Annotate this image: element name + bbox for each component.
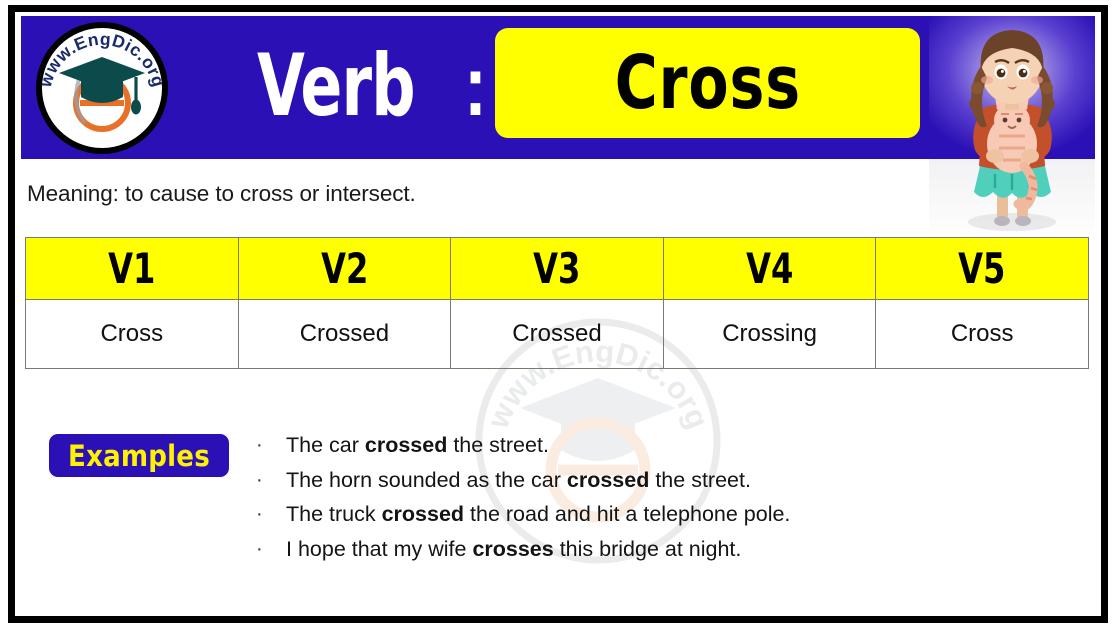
verb-word-chip: Cross xyxy=(495,28,920,138)
verb-forms-table: V1 V2 V3 V4 V5 Cross Crossed Crossed Cro… xyxy=(25,237,1089,369)
part-of-speech-label: Verb xyxy=(257,36,416,136)
cell-v2: Crossed xyxy=(237,299,452,369)
example-text-after: the street. xyxy=(447,433,549,457)
bullet-icon: · xyxy=(256,537,263,560)
girl-holding-cat-illustration xyxy=(929,16,1095,243)
column-header-v3: V3 xyxy=(450,237,664,300)
header-band: www.EngDic.org Verb : Cross xyxy=(21,16,1095,243)
example-text-before: The truck xyxy=(286,502,382,526)
example-text-before: The car xyxy=(286,433,365,457)
meaning-text: Meaning: to cause to cross or intersect. xyxy=(27,181,416,206)
example-text-before: The horn sounded as the car xyxy=(286,467,567,492)
title-separator: : xyxy=(464,38,487,134)
column-header-v4: V4 xyxy=(662,237,877,300)
example-highlight-word: crosses xyxy=(472,536,554,561)
example-item: · I hope that my wife crosses this bridge… xyxy=(253,532,1083,567)
cell-v4: Crossing xyxy=(662,299,877,369)
example-text-after: the road and hit a telephone pole. xyxy=(464,502,791,526)
table-header-row: V1 V2 V3 V4 V5 xyxy=(25,237,1089,300)
bullet-icon: · xyxy=(256,503,263,525)
example-highlight-word: crossed xyxy=(381,502,465,526)
bullet-icon: · xyxy=(256,434,263,456)
cell-v1: Cross xyxy=(25,299,239,369)
example-text-after: the street. xyxy=(649,467,751,492)
examples-list: · The car crossed the street. · The horn so… xyxy=(253,428,1083,566)
column-header-v2: V2 xyxy=(237,237,452,300)
example-text-after: this bridge at night. xyxy=(553,536,742,561)
bullet-icon: · xyxy=(256,468,263,491)
example-item: · The car crossed the street. xyxy=(253,428,1083,463)
column-header-v5: V5 xyxy=(875,237,1089,300)
verb-forms-infographic: www.EngDic.org Verb : Cross Meaning: to … xyxy=(0,0,1116,628)
example-highlight-word: crossed xyxy=(566,467,650,492)
cell-v3: Crossed xyxy=(450,299,664,369)
example-text-before: I hope that my wife xyxy=(286,536,473,561)
engdic-logo-icon: www.EngDic.org xyxy=(33,19,171,157)
example-item: · The horn sounded as the car crossed the… xyxy=(253,463,1083,498)
table-row: Cross Crossed Crossed Crossing Cross xyxy=(25,299,1089,369)
examples-badge: Examples xyxy=(49,434,229,477)
card-content: www.EngDic.org Verb : Cross Meaning: to … xyxy=(21,16,1095,612)
column-header-v1: V1 xyxy=(25,237,239,300)
verb-word-text: Cross xyxy=(614,40,801,126)
example-item: · The truck crossed the road and hit a te… xyxy=(253,497,1083,532)
cell-v5: Cross xyxy=(875,299,1089,369)
examples-badge-label: Examples xyxy=(68,438,210,473)
example-highlight-word: crossed xyxy=(364,433,448,457)
